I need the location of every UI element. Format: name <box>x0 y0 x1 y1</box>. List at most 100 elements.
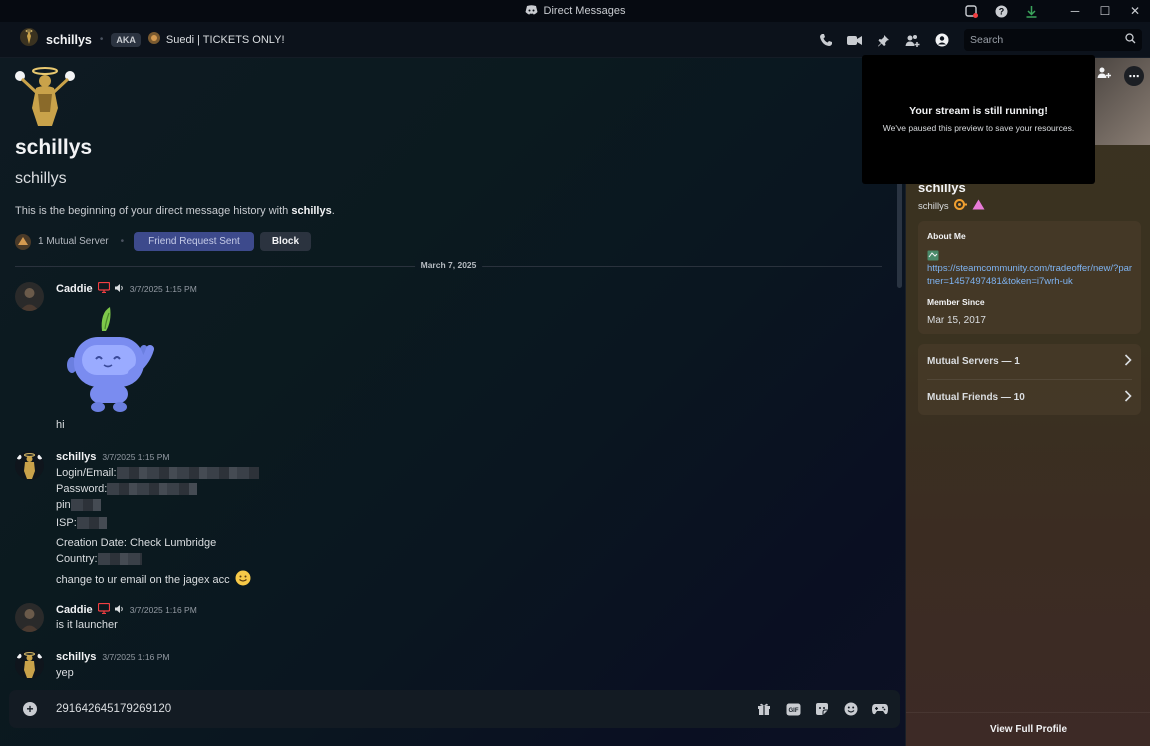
intro-text: This is the beginning of your direct mes… <box>15 205 335 217</box>
member-since-date: Mar 15, 2017 <box>927 315 986 326</box>
mutual-server-icon <box>15 233 38 250</box>
window-titlebar: Direct Messages ? ─ ☐ ✕ <box>0 0 1150 22</box>
redacted-text <box>97 553 142 566</box>
profile-username-row: schillys <box>918 199 985 213</box>
schillys-avatar[interactable] <box>15 650 44 679</box>
aka-badge: AKA <box>111 32 141 47</box>
speaker-icon <box>114 283 124 295</box>
message-text: hi <box>56 419 65 431</box>
download-icon[interactable] <box>1016 0 1046 22</box>
stream-preview-popup[interactable]: Your stream is still running! We've paus… <box>862 55 1095 184</box>
svg-text:?: ? <box>998 6 1004 16</box>
mutual-friends-row[interactable]: Mutual Friends — 10 <box>927 390 1132 405</box>
search-placeholder: Search <box>970 34 1004 46</box>
composer-input[interactable]: 291642645179269120 <box>56 703 171 715</box>
message-text: Country: <box>56 553 142 566</box>
message-composer[interactable]: + 291642645179269120 GIF <box>9 690 900 728</box>
message-header: Caddie 3/7/2025 1:16 PM <box>56 602 197 617</box>
message-text: ISP: <box>56 517 107 530</box>
chat-area[interactable]: schillys schillys This is the beginning … <box>0 58 905 746</box>
stream-title: Your stream is still running! <box>909 105 1048 117</box>
caddie-avatar[interactable] <box>15 603 44 632</box>
about-me-heading: About Me <box>927 231 966 241</box>
window-title: Direct Messages <box>543 5 626 17</box>
add-friends-icon[interactable] <box>898 22 927 58</box>
message-header: schillys 3/7/2025 1:16 PM <box>56 651 169 663</box>
help-icon[interactable]: ? <box>986 0 1016 22</box>
message-timestamp: 3/7/2025 1:15 PM <box>129 284 197 294</box>
speaker-icon <box>114 604 124 616</box>
schillys-avatar[interactable] <box>15 451 44 480</box>
mutual-servers-link[interactable]: 1 Mutual Server <box>38 236 109 247</box>
intro-actions: 1 Mutual Server • Friend Request Sent Bl… <box>15 232 312 251</box>
sticker-icon[interactable] <box>814 701 830 717</box>
message-timestamp: 3/7/2025 1:15 PM <box>102 452 170 462</box>
message-text: Login/Email: <box>56 467 259 480</box>
redacted-text <box>116 467 259 480</box>
redacted-text <box>70 499 101 512</box>
member-since-heading: Member Since <box>927 297 985 307</box>
chevron-right-icon <box>1124 390 1132 405</box>
mutual-servers-row[interactable]: Mutual Servers — 1 <box>927 354 1132 369</box>
about-me-link[interactable]: https://steamcommunity.com/tradeoffer/ne… <box>927 262 1134 288</box>
message-author[interactable]: Caddie <box>56 283 93 295</box>
redacted-text <box>76 517 107 530</box>
desktop-status-icon <box>97 281 110 296</box>
slight-smile-emoji-icon[interactable] <box>235 570 251 589</box>
window-title-group: Direct Messages <box>525 4 626 18</box>
message-text: Creation Date: Check Lumbridge <box>56 537 217 549</box>
video-call-icon[interactable] <box>840 22 869 58</box>
message-header: schillys 3/7/2025 1:15 PM <box>56 451 169 463</box>
redacted-text <box>107 483 198 496</box>
wumpus-sticker[interactable] <box>66 303 154 413</box>
date-divider: March 7, 2025 <box>15 260 882 272</box>
message-author[interactable]: schillys <box>56 451 96 463</box>
nitro-badge-icon[interactable] <box>972 199 985 213</box>
svg-text:GIF: GIF <box>788 708 798 714</box>
search-icon <box>1125 33 1136 47</box>
aka-name: Suedi | TICKETS ONLY! <box>165 33 285 46</box>
emoji-icon[interactable] <box>843 701 859 717</box>
maximize-button[interactable]: ☐ <box>1090 0 1120 22</box>
search-input[interactable]: Search <box>964 29 1142 51</box>
stream-subtitle: We've paused this preview to save your r… <box>882 123 1075 133</box>
minimize-button[interactable]: ─ <box>1060 0 1090 22</box>
gift-icon[interactable] <box>756 701 772 717</box>
about-me-card: About Me https://steamcommunity.com/trad… <box>918 221 1141 334</box>
close-button[interactable]: ✕ <box>1120 0 1150 22</box>
caddie-avatar[interactable] <box>15 282 44 311</box>
discord-logo-icon <box>525 4 538 18</box>
message-text: Password: <box>56 483 198 496</box>
voice-call-icon[interactable] <box>811 22 840 58</box>
message-text: yep <box>56 667 74 679</box>
user-profile-icon[interactable] <box>927 22 956 58</box>
message-header: Caddie 3/7/2025 1:15 PM <box>56 281 197 296</box>
hypesquad-badge-icon[interactable] <box>953 199 967 213</box>
activities-gamepad-icon[interactable] <box>872 701 888 717</box>
upload-plus-icon[interactable]: + <box>23 702 37 716</box>
dm-header: schillys • AKA Suedi | TICKETS ONLY! Sea… <box>0 22 1150 58</box>
view-full-profile-button[interactable]: View Full Profile <box>906 712 1150 746</box>
message-timestamp: 3/7/2025 1:16 PM <box>102 652 170 662</box>
message-text: pin <box>56 499 101 512</box>
pin-icon[interactable] <box>869 22 898 58</box>
header-avatar[interactable] <box>20 28 38 51</box>
mutuals-card: Mutual Servers — 1 Mutual Friends — 10 <box>918 344 1141 415</box>
more-options-icon[interactable]: ⋯ <box>1124 66 1144 86</box>
message-author[interactable]: Caddie <box>56 604 93 616</box>
message-author[interactable]: schillys <box>56 651 96 663</box>
intro-username: schillys <box>15 170 67 187</box>
block-button[interactable]: Block <box>259 232 312 251</box>
friend-request-sent-button[interactable]: Friend Request Sent <box>134 232 254 251</box>
chevron-right-icon <box>1124 354 1132 369</box>
gif-icon[interactable]: GIF <box>785 701 801 717</box>
message-text: is it launcher <box>56 619 118 631</box>
intro-avatar[interactable] <box>12 64 78 130</box>
message-text: change to ur email on the jagex acc <box>56 570 251 589</box>
inbox-icon[interactable] <box>956 0 986 22</box>
message-timestamp: 3/7/2025 1:16 PM <box>129 605 197 615</box>
header-username: schillys <box>46 32 92 47</box>
add-friend-small-icon[interactable] <box>1097 66 1111 85</box>
profile-username: schillys <box>918 200 949 212</box>
desktop-status-icon <box>97 602 110 617</box>
